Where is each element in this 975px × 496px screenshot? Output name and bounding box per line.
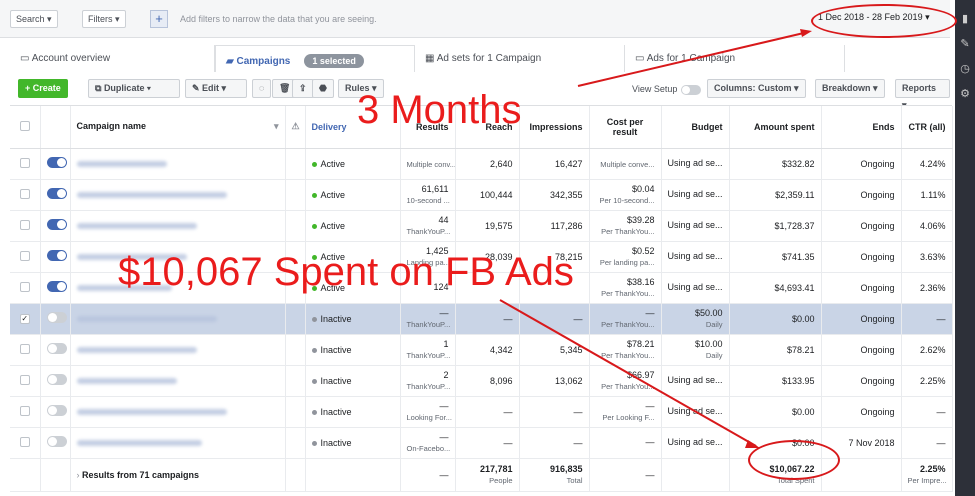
annotation-spent: $10,067 Spent on FB Ads xyxy=(118,250,574,294)
arrow-line-spent xyxy=(499,299,757,447)
annotation-months: 3 Months xyxy=(357,88,522,132)
arrow-line-months xyxy=(577,31,809,87)
annotation-arrows xyxy=(499,29,812,448)
arrow-head-months xyxy=(800,29,812,37)
